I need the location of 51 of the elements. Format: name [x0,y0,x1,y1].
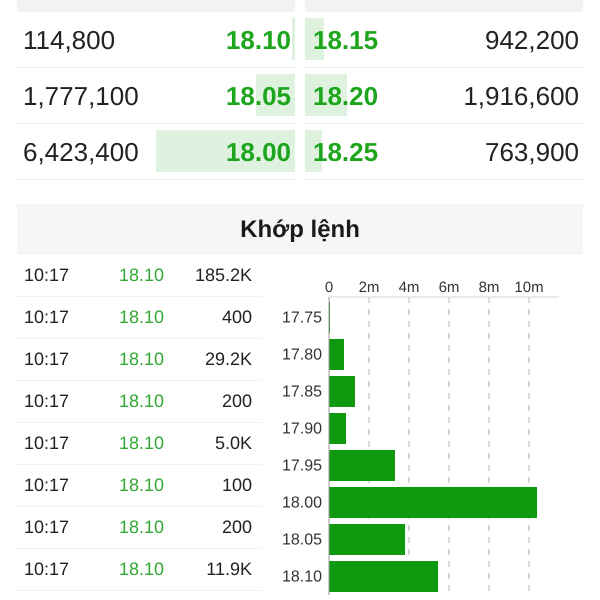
tick-label: 8m [478,279,500,296]
bid-volume: 6,423,400 [22,138,140,164]
category-label: 17.85 [282,384,322,400]
ask-price: 18.20 [313,82,378,108]
section-header: Khớp lệnh [17,204,583,255]
trade-price: 18.10 [119,264,166,287]
bid-price: 18.05 [226,82,291,108]
trade-time: 10:17 [23,516,70,539]
bid-price: 18.10 [226,26,291,52]
trade-price: 18.10 [119,474,166,497]
ask-volume: 1,916,600 [462,82,580,108]
trade-volume: 200 [220,516,253,539]
trade-volume: 11.9K [205,558,253,581]
category-label: 17.90 [282,420,322,438]
trade-price: 18.10 [119,306,166,329]
trade-time: 10:17 [23,390,70,413]
trade-time: 10:17 [23,264,70,287]
category-label: 17.95 [282,458,322,474]
trade-volume: 400 [220,306,253,329]
tick-label: 4m [398,279,420,296]
ask-price: 18.25 [313,138,378,164]
category-label: 18.10 [282,568,322,586]
trade-price: 18.10 [119,516,166,539]
trade-volume: 5.0K [214,432,253,455]
tick-label: 0 [324,279,334,296]
trade-volume: 185.2K [194,264,253,287]
trade-time: 10:17 [23,432,70,455]
ask-price: 18.15 [313,26,378,52]
trade-volume: 100 [220,474,253,497]
tick-label: 6m [438,279,460,296]
bid-volume: 114,800 [22,26,116,52]
trade-time: 10:17 [23,348,70,371]
trade-volume: 29.2K [204,348,253,371]
category-label: 18.00 [282,494,322,512]
trade-price: 18.10 [119,348,166,371]
trade-time: 10:17 [23,558,70,581]
ask-volume: 763,900 [484,138,580,164]
trade-volume: 200 [220,390,253,413]
trade-price: 18.10 [119,390,166,413]
bid-price: 18.00 [226,138,291,164]
ask-volume: 942,200 [484,26,580,52]
trade-price: 18.10 [119,558,166,581]
trade-price: 18.10 [119,432,166,455]
category-label: 17.80 [282,346,322,364]
trade-time: 10:17 [23,474,70,497]
category-label: 17.75 [282,310,322,326]
trade-time: 10:17 [23,306,70,329]
bid-volume: 1,777,100 [22,82,140,108]
category-label: 18.05 [282,532,322,548]
tick-label: 10m [514,279,544,296]
tick-label: 2m [358,279,380,296]
